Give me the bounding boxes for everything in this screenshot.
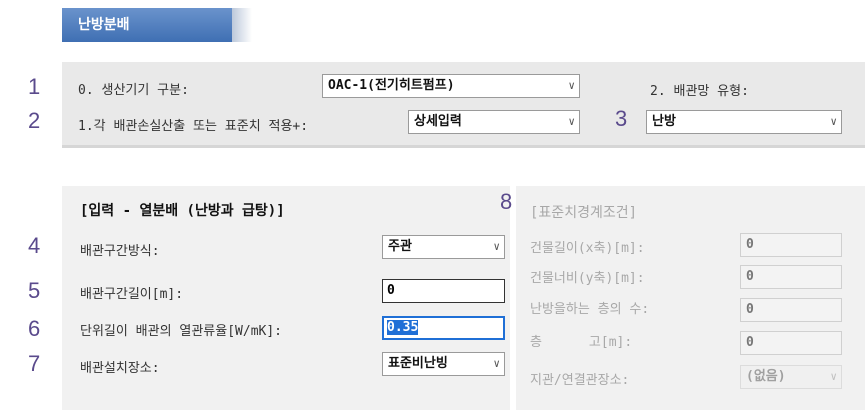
marker-7: 7 xyxy=(28,351,41,376)
section-method-select-value: 주관 xyxy=(388,239,412,254)
chevron-down-icon: ∨ xyxy=(830,115,837,128)
floor-height-input[interactable]: 0 xyxy=(740,331,842,355)
marker-2: 2 xyxy=(28,108,41,133)
chevron-down-icon: ∨ xyxy=(493,357,500,370)
marker-4: 4 xyxy=(28,233,41,258)
chevron-down-icon: ∨ xyxy=(830,370,837,383)
pipe-type-label: 2. 배관망 유형: xyxy=(650,84,749,99)
branch-location-select-value: (없음) xyxy=(746,369,786,384)
location-label: 배관설치장소: xyxy=(80,361,160,376)
heated-floors-label: 난방을하는 층의 수: xyxy=(530,302,650,317)
location-select-value: 표준비난빙 xyxy=(388,356,448,371)
heated-floors-input[interactable]: 0 xyxy=(740,298,842,322)
input-panel-title: [입력 - 열분배 (난방과 급탕)] xyxy=(80,203,285,219)
marker-8: 8 xyxy=(500,189,513,214)
pipe-type-select[interactable]: 난방 ∨ xyxy=(646,110,842,134)
chevron-down-icon: ∨ xyxy=(568,79,575,92)
marker-1: 1 xyxy=(28,74,41,99)
location-select[interactable]: 표준비난빙 ∨ xyxy=(382,352,505,376)
standard-panel-title: [표준치경계조건] xyxy=(530,205,638,221)
heat-loss-input[interactable]: 0.35 xyxy=(382,316,505,340)
pipe-type-select-value: 난방 xyxy=(652,114,676,129)
building-width-input[interactable]: 0 xyxy=(740,265,842,289)
calc-method-label: 1.각 배관손실산출 또는 표준치 적용+: xyxy=(78,119,309,134)
producer-select-value: OAC-1(전기히트펌프) xyxy=(328,78,455,93)
building-length-input[interactable]: 0 xyxy=(740,233,842,257)
branch-location-label: 지관/연결관장소: xyxy=(530,373,630,388)
heat-loss-label: 단위길이 배관의 열관류율[W/mK]: xyxy=(80,324,283,339)
building-length-label: 건물길이(x축)[m]: xyxy=(530,241,645,256)
floor-height-label: 층 고[m]: xyxy=(530,335,633,350)
section-length-label: 배관구간길이[m]: xyxy=(80,287,184,302)
heat-loss-input-value: 0.35 xyxy=(387,320,419,335)
building-width-label: 건물너비(y축)[m]: xyxy=(530,271,645,286)
tab-heating-distribution[interactable]: 난방분배 xyxy=(62,8,232,42)
tab-fade-decoration xyxy=(232,8,252,42)
producer-label: 0. 생산기기 구분: xyxy=(78,83,189,98)
section-method-label: 배관구간방식: xyxy=(80,244,160,259)
marker-6: 6 xyxy=(28,316,41,341)
branch-location-select[interactable]: (없음) ∨ xyxy=(740,365,842,389)
section-length-input[interactable]: 0 xyxy=(382,279,505,303)
chevron-down-icon: ∨ xyxy=(568,115,575,128)
marker-3: 3 xyxy=(615,106,628,131)
chevron-down-icon: ∨ xyxy=(493,240,500,253)
section-method-select[interactable]: 주관 ∨ xyxy=(382,235,505,259)
calc-method-select[interactable]: 상세입력 ∨ xyxy=(408,110,580,134)
marker-5: 5 xyxy=(28,278,41,303)
calc-method-select-value: 상세입력 xyxy=(414,114,462,129)
producer-select[interactable]: OAC-1(전기히트펌프) ∨ xyxy=(322,74,580,98)
